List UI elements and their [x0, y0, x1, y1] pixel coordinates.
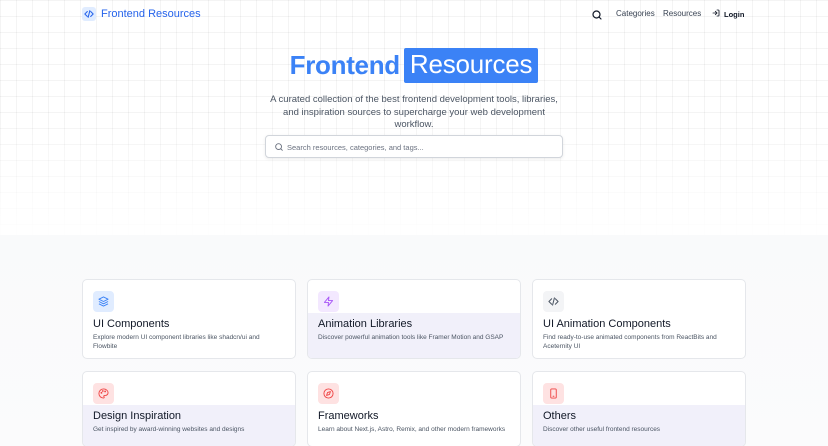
card-title: UI Animation Components: [543, 318, 671, 330]
card-description: Find ready-to-use animated components fr…: [543, 334, 717, 350]
search-bar: [265, 135, 563, 158]
card-description: Discover other useful frontend resources: [543, 426, 661, 433]
card-title: Frameworks: [318, 410, 379, 422]
brand-name: Frontend Resources: [101, 8, 201, 20]
zap-icon: [318, 291, 339, 312]
card-description: Discover powerful animation tools like F…: [318, 334, 504, 341]
card-description: Learn about Next.js, Astro, Remix, and o…: [318, 426, 506, 433]
card-title: Design Inspiration: [93, 410, 182, 422]
card-title: Animation Libraries: [318, 318, 413, 330]
layers-icon: [93, 291, 114, 312]
search-input[interactable]: [287, 139, 555, 155]
search-button[interactable]: [591, 8, 603, 20]
category-card-design-inspiration[interactable]: Design Inspiration Get inspired by award…: [82, 371, 296, 446]
search-icon: [591, 8, 603, 25]
code-icon: [82, 7, 96, 21]
code-icon: [543, 291, 564, 312]
smartphone-icon: [543, 383, 564, 404]
compass-icon: [318, 383, 339, 404]
login-icon: [712, 9, 720, 19]
category-card-others[interactable]: Others Discover other useful frontend re…: [532, 371, 746, 446]
login-button[interactable]: Login: [712, 9, 744, 19]
hero-subtitle: A curated collection of the best fronten…: [270, 94, 558, 130]
nav-categories-link[interactable]: Categories: [616, 9, 655, 18]
brand-link[interactable]: Frontend Resources: [82, 7, 201, 21]
palette-icon: [93, 383, 114, 404]
category-card-animation-libraries[interactable]: Animation Libraries Discover powerful an…: [307, 279, 521, 359]
title-part-frontend: Frontend: [289, 50, 401, 80]
login-label: Login: [724, 9, 745, 19]
card-title: Others: [543, 410, 577, 422]
page-title: Frontend Resources: [0, 48, 828, 83]
category-card-frameworks[interactable]: Frameworks Learn about Next.js, Astro, R…: [307, 371, 521, 446]
category-card-ui-animation-components[interactable]: UI Animation Components Find ready-to-us…: [532, 279, 746, 359]
card-description: Get inspired by award-winning websites a…: [93, 426, 245, 433]
card-description: Explore modern UI component libraries li…: [93, 334, 260, 350]
nav-resources-link[interactable]: Resources: [663, 9, 701, 18]
card-title: UI Components: [93, 318, 170, 330]
top-nav: Frontend Resources Categories Resources …: [0, 0, 828, 28]
category-card-ui-components[interactable]: UI Components Explore modern UI componen…: [82, 279, 296, 359]
title-part-resources: Resources: [403, 48, 539, 83]
